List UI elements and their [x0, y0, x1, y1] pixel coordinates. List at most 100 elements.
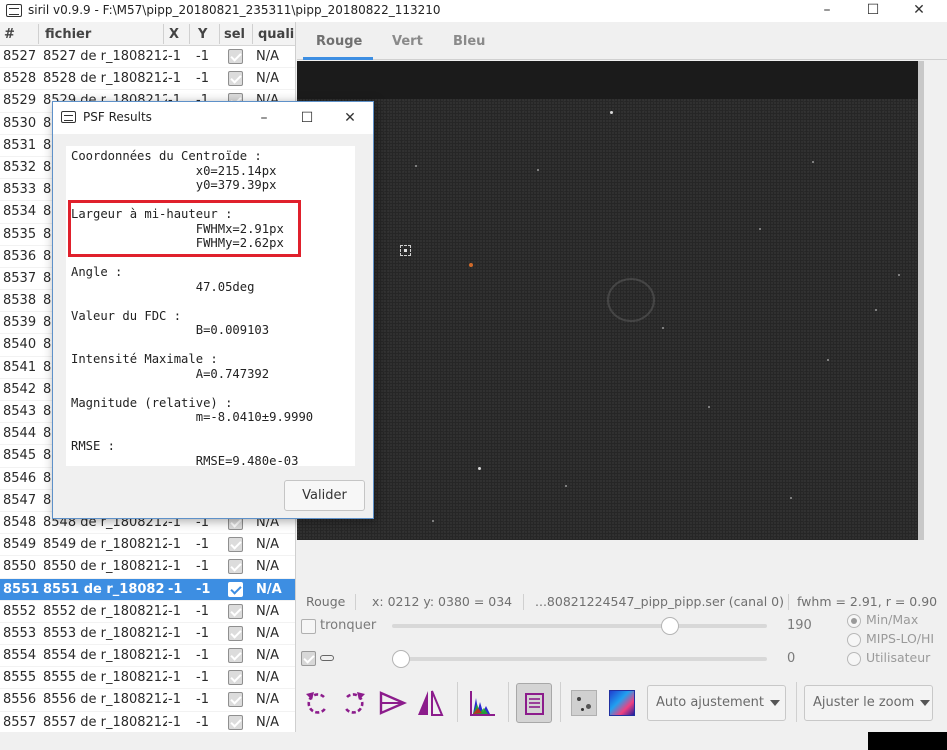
- table-row[interactable]: 8553 8553 de r_1808212 -1 -1 N/A: [0, 623, 295, 646]
- table-row[interactable]: 8557 8557 de r_1808212 -1 -1 N/A: [0, 712, 295, 732]
- table-row[interactable]: 8552 8552 de r_1808212 -1 -1 N/A: [0, 601, 295, 623]
- row-x: -1: [168, 537, 181, 553]
- row-select-checkbox[interactable]: [228, 581, 243, 597]
- table-row[interactable]: 8527 8527 de r_1808212 -1 -1 N/A: [0, 46, 295, 69]
- low-slider-knob[interactable]: [392, 650, 410, 668]
- histogram-icon[interactable]: [467, 688, 497, 718]
- row-select-checkbox[interactable]: [228, 692, 243, 708]
- status-channel: Rouge: [306, 594, 346, 609]
- psf-maximize-button[interactable]: ☐: [285, 106, 329, 130]
- astro-image[interactable]: [297, 99, 918, 540]
- table-row[interactable]: 8551 8551 de r_18082 -1 -1 N/A: [0, 578, 295, 601]
- minimize-button[interactable]: –: [804, 0, 850, 22]
- row-x: -1: [168, 714, 181, 730]
- high-slider-track[interactable]: [392, 624, 767, 628]
- psf-list-toggle[interactable]: [516, 683, 552, 723]
- table-row[interactable]: 8555 8555 de r_1808212 -1 -1 N/A: [0, 667, 295, 690]
- psf-results-text-area[interactable]: Coordonnées du Centroïde : x0=215.14px y…: [66, 146, 355, 466]
- row-y: -1: [196, 625, 209, 641]
- image-area[interactable]: [297, 61, 918, 540]
- row-select-checkbox[interactable]: [228, 603, 243, 619]
- column-header-sel[interactable]: sel: [224, 27, 245, 42]
- close-button[interactable]: ✕: [896, 0, 942, 22]
- row-select-checkbox[interactable]: [228, 49, 243, 64]
- false-color-icon[interactable]: [609, 690, 635, 716]
- column-header-num[interactable]: #: [4, 27, 15, 42]
- tab-bleu[interactable]: Bleu: [453, 34, 485, 49]
- zoom-dropdown[interactable]: Ajuster le zoom: [804, 685, 933, 721]
- row-number: 8556: [3, 692, 37, 708]
- tab-rouge[interactable]: Rouge: [316, 34, 362, 49]
- siril-app-icon: [6, 4, 22, 17]
- rotate-left-icon[interactable]: [302, 688, 332, 718]
- row-select-checkbox[interactable]: [228, 648, 243, 664]
- row-select-checkbox[interactable]: [228, 714, 243, 730]
- row-number: 8557: [3, 714, 37, 730]
- window-bottom-edge: [0, 732, 947, 750]
- row-select-checkbox[interactable]: [228, 559, 243, 575]
- psf-scrollbar[interactable]: [355, 146, 363, 466]
- star: [790, 497, 792, 499]
- table-row[interactable]: 8549 8549 de r_1808212 -1 -1 N/A: [0, 534, 295, 557]
- table-row[interactable]: 8528 8528 de r_1808212 -1 -1 N/A: [0, 68, 295, 91]
- radio-minmax[interactable]: [847, 614, 861, 628]
- viewport-scrollbar[interactable]: [918, 61, 947, 540]
- row-filename: 8551 de r_18082: [43, 581, 165, 597]
- table-row[interactable]: 8556 8556 de r_1808212 -1 -1 N/A: [0, 689, 295, 712]
- psf-close-button[interactable]: ✕: [328, 106, 372, 130]
- row-quality: N/A: [256, 670, 279, 686]
- auto-adjust-label: Auto ajustement: [656, 695, 764, 710]
- column-header-file[interactable]: fichier: [45, 27, 91, 42]
- psf-selection-box[interactable]: [400, 245, 411, 256]
- link-checkbox[interactable]: [301, 651, 316, 666]
- tab-vert[interactable]: Vert: [392, 34, 423, 49]
- psf-dialog-titlebar: PSF Results – ☐ ✕: [53, 102, 373, 134]
- star: [432, 520, 434, 522]
- row-number: 8546: [3, 470, 37, 486]
- status-file: ...80821224547_pipp_pipp.ser (canal 0): [535, 594, 785, 609]
- row-y: -1: [196, 559, 209, 575]
- fwhm-highlight-box: [68, 200, 301, 257]
- star: [875, 309, 877, 311]
- mirror-vertical-icon[interactable]: [415, 688, 445, 718]
- rotate-right-icon[interactable]: [339, 688, 369, 718]
- row-y: -1: [196, 581, 211, 597]
- row-number: 8538: [3, 293, 37, 309]
- image-viewport[interactable]: [297, 61, 947, 591]
- table-row[interactable]: 8550 8550 de r_1808212 -1 -1 N/A: [0, 556, 295, 579]
- row-filename: 8557 de r_1808212: [43, 714, 167, 730]
- siril-app-icon: [61, 111, 76, 123]
- column-header-quality[interactable]: quali: [258, 27, 294, 42]
- row-select-checkbox[interactable]: [228, 625, 243, 641]
- row-number: 8547: [3, 492, 37, 508]
- star: [469, 263, 473, 267]
- mirror-horizontal-icon[interactable]: [377, 688, 407, 718]
- low-slider-track[interactable]: [392, 657, 767, 661]
- row-x: -1: [168, 648, 181, 664]
- row-x: -1: [168, 49, 181, 64]
- status-bar: Rouge x: 0212 y: 0380 = 034 ...808212245…: [297, 592, 947, 612]
- maximize-button[interactable]: ☐: [850, 0, 896, 22]
- column-header-y[interactable]: Y: [198, 27, 207, 42]
- star: [759, 228, 761, 230]
- table-row[interactable]: 8554 8554 de r_1808212 -1 -1 N/A: [0, 645, 295, 668]
- negative-view-icon[interactable]: [571, 690, 597, 716]
- chevron-down-icon: [770, 699, 780, 706]
- row-y: -1: [196, 648, 209, 664]
- high-slider-knob[interactable]: [660, 617, 679, 635]
- row-select-checkbox[interactable]: [228, 71, 243, 87]
- auto-adjust-dropdown[interactable]: Auto ajustement: [647, 685, 786, 721]
- radio-mips[interactable]: [847, 633, 861, 647]
- row-filename: 8527 de r_1808212: [43, 49, 167, 64]
- truncate-checkbox[interactable]: [301, 619, 316, 634]
- psf-minimize-button[interactable]: –: [242, 106, 286, 130]
- row-select-checkbox[interactable]: [228, 670, 243, 686]
- row-select-checkbox[interactable]: [228, 537, 243, 553]
- channel-tabs: Rouge Vert Bleu: [297, 22, 947, 60]
- valider-button[interactable]: Valider: [284, 480, 365, 511]
- row-number: 8548: [3, 514, 37, 530]
- column-header-x[interactable]: X: [169, 27, 179, 42]
- psf-results-dialog[interactable]: PSF Results – ☐ ✕ Coordonnées du Centroï…: [52, 101, 374, 519]
- row-number: 8539: [3, 315, 37, 331]
- radio-user[interactable]: [847, 652, 861, 666]
